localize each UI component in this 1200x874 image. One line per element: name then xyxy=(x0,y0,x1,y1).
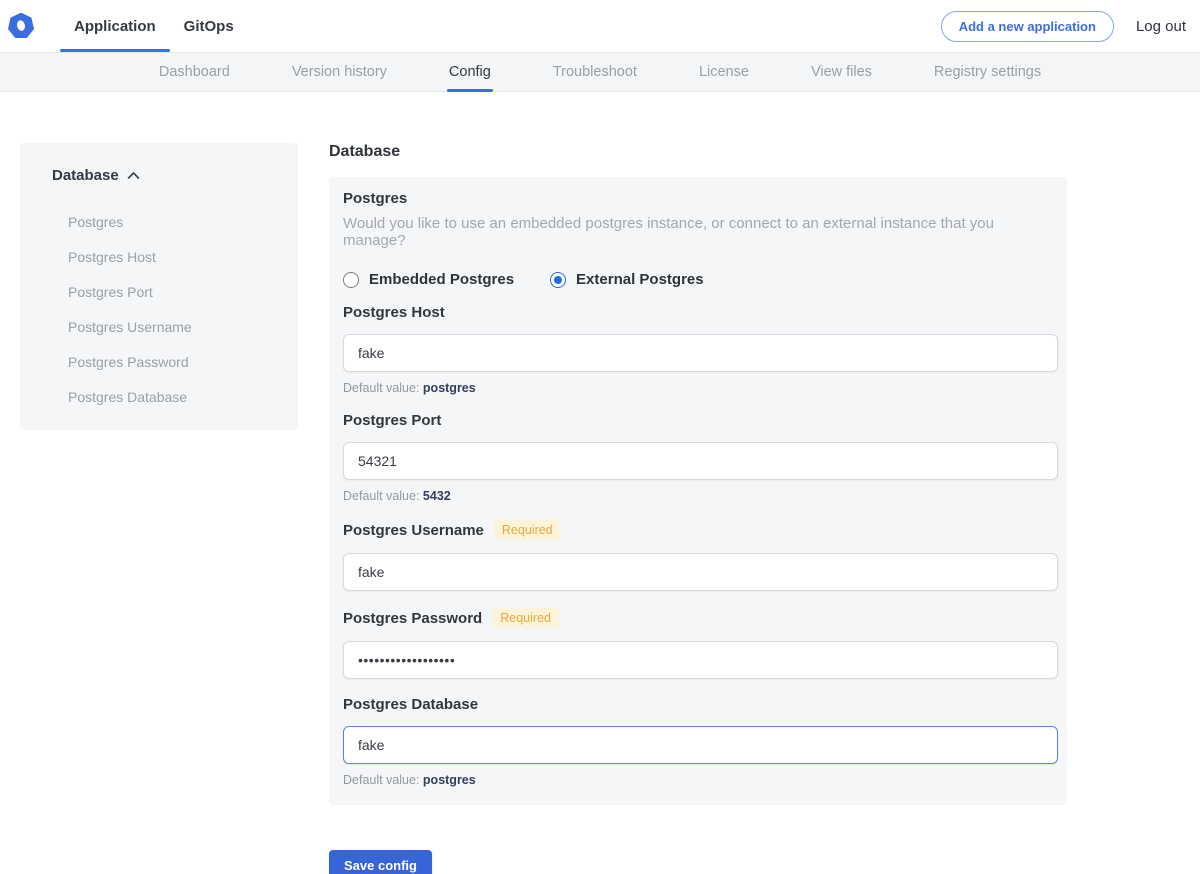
top-tabs: Application GitOps xyxy=(60,0,248,52)
sidebar-group-database[interactable]: Database xyxy=(52,167,282,184)
config-item-postgres-host: Postgres Host Default value: postgres xyxy=(343,304,1053,395)
postgres-database-label: Postgres Database xyxy=(343,696,478,713)
postgres-port-label: Postgres Port xyxy=(343,412,441,429)
postgres-port-input[interactable] xyxy=(343,442,1058,480)
postgres-help-text: Would you like to use an embedded postgr… xyxy=(343,215,1053,249)
subnav-item-dashboard[interactable]: Dashboard xyxy=(159,53,230,91)
radio-unchecked-icon[interactable] xyxy=(343,272,359,288)
postgres-label: Postgres xyxy=(343,190,1053,207)
config-main: Database Postgres Would you like to use … xyxy=(329,143,1067,874)
sidebar-item-postgres[interactable]: Postgres xyxy=(68,204,282,239)
default-value: postgres xyxy=(423,381,476,395)
required-badge: Required xyxy=(494,520,561,540)
subnav-item-version-history[interactable]: Version history xyxy=(292,53,387,91)
save-config-button[interactable]: Save config xyxy=(329,850,432,874)
sidebar-item-postgres-port[interactable]: Postgres Port xyxy=(68,274,282,309)
config-item-postgres-username: Postgres Username Required xyxy=(343,520,1053,591)
radio-external-label: External Postgres xyxy=(576,271,704,288)
app-subnav: Dashboard Version history Config Trouble… xyxy=(0,52,1200,92)
postgres-database-input[interactable] xyxy=(343,726,1058,764)
postgres-password-label: Postgres Password xyxy=(343,610,482,627)
app-logo[interactable] xyxy=(8,0,34,52)
radio-checked-icon[interactable] xyxy=(550,272,566,288)
postgres-port-default: Default value: 5432 xyxy=(343,489,1053,503)
subnav-item-troubleshoot[interactable]: Troubleshoot xyxy=(553,53,637,91)
sidebar-item-postgres-password[interactable]: Postgres Password xyxy=(68,344,282,379)
postgres-host-input[interactable] xyxy=(343,334,1058,372)
postgres-username-label: Postgres Username xyxy=(343,522,484,539)
subnav-item-view-files[interactable]: View files xyxy=(811,53,872,91)
postgres-password-input[interactable] xyxy=(343,641,1058,679)
sidebar-item-postgres-host[interactable]: Postgres Host xyxy=(68,239,282,274)
default-label: Default value: xyxy=(343,773,419,787)
sidebar-items: Postgres Postgres Host Postgres Port Pos… xyxy=(52,204,282,414)
config-item-postgres-port: Postgres Port Default value: 5432 xyxy=(343,412,1053,503)
config-item-postgres-password: Postgres Password Required xyxy=(343,608,1053,679)
required-badge: Required xyxy=(492,608,559,628)
postgres-host-label: Postgres Host xyxy=(343,304,445,321)
postgres-radio-group: Embedded Postgres External Postgres xyxy=(343,271,1053,288)
chevron-up-icon xyxy=(127,171,140,180)
postgres-host-default: Default value: postgres xyxy=(343,381,1053,395)
default-value: 5432 xyxy=(423,489,451,503)
subnav-item-config[interactable]: Config xyxy=(449,53,491,91)
default-label: Default value: xyxy=(343,489,419,503)
config-item-postgres: Postgres Would you like to use an embedd… xyxy=(343,190,1053,288)
tab-application[interactable]: Application xyxy=(60,0,170,52)
top-nav: Application GitOps Add a new application… xyxy=(0,0,1200,52)
radio-embedded-postgres[interactable]: Embedded Postgres xyxy=(343,271,514,288)
config-sidebar: Database Postgres Postgres Host Postgres… xyxy=(20,143,298,430)
subnav-item-license[interactable]: License xyxy=(699,53,749,91)
database-config-panel: Postgres Would you like to use an embedd… xyxy=(329,177,1067,805)
postgres-database-default: Default value: postgres xyxy=(343,773,1053,787)
postgres-username-input[interactable] xyxy=(343,553,1058,591)
radio-embedded-label: Embedded Postgres xyxy=(369,271,514,288)
tab-gitops[interactable]: GitOps xyxy=(170,0,248,52)
sidebar-group-label: Database xyxy=(52,167,119,184)
subnav-item-registry-settings[interactable]: Registry settings xyxy=(934,53,1041,91)
sidebar-item-postgres-username[interactable]: Postgres Username xyxy=(68,309,282,344)
config-page: Database Postgres Postgres Host Postgres… xyxy=(0,92,1200,874)
radio-external-postgres[interactable]: External Postgres xyxy=(550,271,704,288)
default-label: Default value: xyxy=(343,381,419,395)
page-title: Database xyxy=(329,143,1067,161)
kots-logo-icon xyxy=(8,13,34,39)
logout-link[interactable]: Log out xyxy=(1136,18,1186,35)
sidebar-item-postgres-database[interactable]: Postgres Database xyxy=(68,379,282,414)
default-value: postgres xyxy=(423,773,476,787)
add-new-application-button[interactable]: Add a new application xyxy=(941,11,1114,42)
config-item-postgres-database: Postgres Database Default value: postgre… xyxy=(343,696,1053,787)
top-right-actions: Add a new application Log out xyxy=(941,0,1186,52)
